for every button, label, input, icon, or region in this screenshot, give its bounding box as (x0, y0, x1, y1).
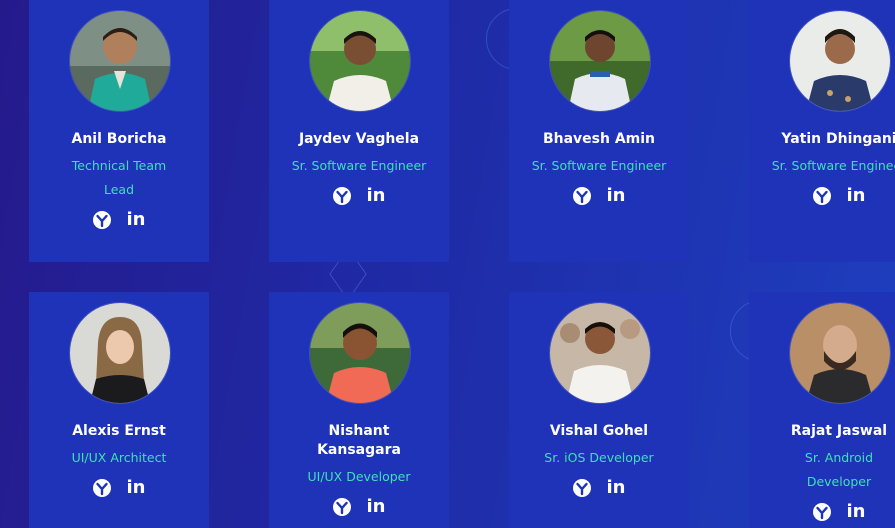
avatar (69, 302, 171, 404)
team-card: Yatin Dhingani Sr. Software Engineer in (749, 0, 895, 262)
linkedin-icon[interactable]: in (366, 497, 386, 517)
upwork-icon[interactable] (812, 186, 832, 206)
team-card: Alexis Ernst UI/UX Architect in (29, 292, 209, 528)
team-card: Vishal Gohel Sr. iOS Developer in (509, 292, 689, 528)
linkedin-icon[interactable]: in (606, 186, 626, 206)
linkedin-label: in (606, 185, 626, 206)
linkedin-label: in (126, 209, 146, 230)
social-links: in (749, 185, 895, 207)
member-role: UI/UX Developer (307, 469, 411, 484)
member-name: Anil Boricha (71, 131, 167, 147)
member-role: Sr. Software Engineer (531, 158, 667, 173)
upwork-icon[interactable] (92, 478, 112, 498)
team-card: Bhavesh Amin Sr. Software Engineer in (509, 0, 689, 262)
member-role: Sr. Software Engineer (771, 158, 895, 173)
upwork-icon[interactable] (332, 497, 352, 517)
upwork-icon[interactable] (572, 186, 592, 206)
member-name: Rajat Jaswal (790, 423, 888, 439)
avatar (309, 302, 411, 404)
linkedin-label: in (366, 496, 386, 517)
linkedin-label: in (606, 477, 626, 498)
member-role: Technical Team Lead (71, 158, 167, 197)
avatar (309, 10, 411, 112)
team-card: Anil Boricha Technical Team Lead in (29, 0, 209, 262)
upwork-icon[interactable] (572, 478, 592, 498)
member-role: Sr. Software Engineer (291, 158, 427, 173)
social-links: in (269, 496, 449, 518)
team-card: Nishant Kansagara UI/UX Developer in (269, 292, 449, 528)
member-name: Bhavesh Amin (542, 131, 656, 147)
member-role: Sr. iOS Developer (544, 450, 654, 465)
member-role: Sr. Android Developer (804, 450, 874, 489)
linkedin-icon[interactable]: in (126, 210, 146, 230)
upwork-icon[interactable] (332, 186, 352, 206)
member-role: UI/UX Architect (71, 450, 167, 465)
social-links: in (509, 477, 689, 499)
social-links: in (29, 209, 209, 231)
member-name: Vishal Gohel (549, 423, 649, 439)
linkedin-icon[interactable]: in (846, 186, 866, 206)
avatar (789, 302, 891, 404)
social-links: in (29, 477, 209, 499)
avatar (549, 10, 651, 112)
linkedin-icon[interactable]: in (366, 186, 386, 206)
upwork-icon[interactable] (812, 502, 832, 522)
social-links: in (749, 501, 895, 523)
linkedin-label: in (366, 185, 386, 206)
linkedin-icon[interactable]: in (126, 478, 146, 498)
linkedin-label: in (846, 501, 866, 522)
linkedin-icon[interactable]: in (846, 502, 866, 522)
linkedin-label: in (846, 185, 866, 206)
member-name: Jaydev Vaghela (298, 131, 420, 147)
social-links: in (509, 185, 689, 207)
member-name: Yatin Dhingani (781, 131, 895, 147)
avatar (549, 302, 651, 404)
team-card: Rajat Jaswal Sr. Android Developer in (749, 292, 895, 528)
linkedin-icon[interactable]: in (606, 478, 626, 498)
team-card: Jaydev Vaghela Sr. Software Engineer in (269, 0, 449, 262)
social-links: in (269, 185, 449, 207)
member-name: Nishant Kansagara (317, 423, 401, 458)
avatar (69, 10, 171, 112)
upwork-icon[interactable] (92, 210, 112, 230)
avatar (789, 10, 891, 112)
member-name: Alexis Ernst (72, 423, 166, 439)
linkedin-label: in (126, 477, 146, 498)
